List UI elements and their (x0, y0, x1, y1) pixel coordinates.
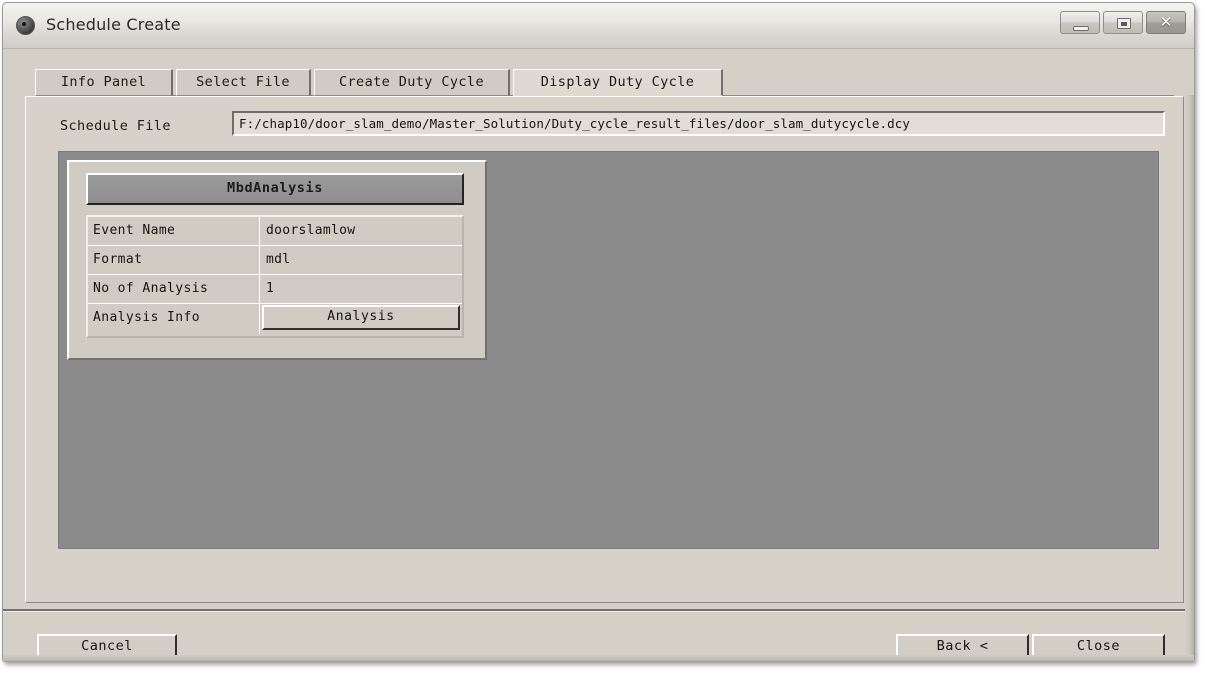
table-row: No of Analysis 1 (88, 275, 462, 304)
tabstrip: Info Panel Select File Create Duty Cycle… (35, 69, 1174, 97)
maximize-button[interactable] (1103, 11, 1143, 34)
table-row: Format mdl (88, 246, 462, 275)
row-key: Event Name (88, 217, 260, 245)
tab-create-duty-cycle[interactable]: Create Duty Cycle (314, 69, 510, 96)
window-right-edge (1185, 95, 1194, 661)
schedule-create-window: Schedule Create ✕ Info Panel Select File… (2, 2, 1195, 662)
schedule-file-label: Schedule File (60, 118, 171, 134)
analysis-group-box: MbdAnalysis Event Name doorslamlow Forma… (67, 160, 487, 360)
tab-info-panel[interactable]: Info Panel (35, 69, 173, 96)
duty-cycle-canvas[interactable]: MbdAnalysis Event Name doorslamlow Forma… (58, 151, 1159, 549)
analysis-properties-table: Event Name doorslamlow Format mdl No of … (86, 215, 464, 338)
window-controls: ✕ (1060, 11, 1186, 34)
window-bottom-edge (3, 655, 1194, 661)
tab-display-duty-cycle[interactable]: Display Duty Cycle (513, 69, 723, 96)
schedule-file-value[interactable]: F:/chap10/door_slam_demo/Master_Solution… (232, 111, 1165, 136)
maximize-icon (1117, 18, 1131, 29)
sphere-icon (16, 16, 35, 35)
footer-separator (3, 609, 1194, 612)
tab-select-file[interactable]: Select File (176, 69, 311, 96)
row-value: 1 (266, 281, 275, 296)
minimize-icon (1073, 26, 1089, 31)
window-title: Schedule Create (46, 15, 181, 34)
table-row: Event Name doorslamlow (88, 217, 462, 246)
table-row: Analysis Info Analysis (88, 304, 462, 334)
minimize-button[interactable] (1060, 11, 1100, 34)
table-header-mbdanalysis[interactable]: MbdAnalysis (86, 173, 464, 205)
analysis-button[interactable]: Analysis (262, 305, 460, 330)
close-window-button[interactable]: ✕ (1146, 11, 1186, 34)
close-icon: ✕ (1159, 13, 1173, 31)
row-value: doorslamlow (266, 223, 356, 238)
dialog-body: Info Panel Select File Create Duty Cycle… (3, 49, 1194, 661)
title-bar: Schedule Create ✕ (3, 3, 1194, 49)
row-value: mdl (266, 252, 291, 267)
display-duty-cycle-panel: Schedule File F:/chap10/door_slam_demo/M… (25, 96, 1184, 603)
row-value: Analysis (261, 304, 462, 334)
row-key: Format (88, 246, 260, 274)
row-key: No of Analysis (88, 275, 260, 303)
row-key: Analysis Info (88, 304, 260, 334)
